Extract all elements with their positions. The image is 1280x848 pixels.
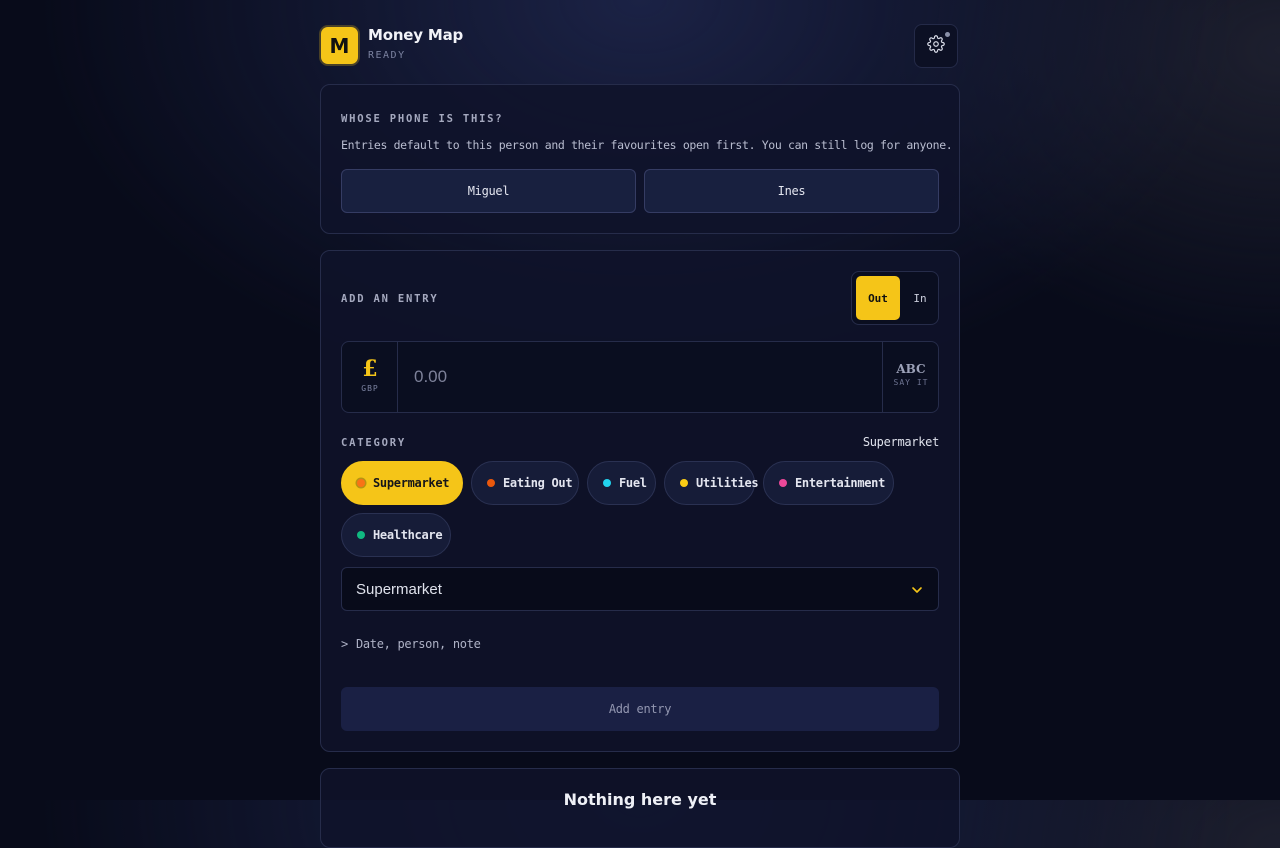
phone-owner-card: WHOSE PHONE IS THIS? Entries default to … bbox=[320, 84, 960, 234]
amount-row: £ GBP ABC SAY IT bbox=[341, 341, 939, 413]
category-chip-eating-out[interactable]: Eating Out bbox=[471, 461, 579, 505]
add-entry-label: ADD AN ENTRY bbox=[341, 293, 439, 305]
category-select-value: Supermarket bbox=[356, 580, 442, 598]
category-dot bbox=[603, 479, 611, 487]
currency-selector[interactable]: £ GBP bbox=[342, 342, 398, 412]
chevron-down-icon bbox=[910, 583, 924, 601]
category-chip-label: Eating Out bbox=[503, 476, 573, 490]
gear-icon bbox=[927, 35, 945, 57]
category-dot bbox=[779, 479, 787, 487]
category-dot bbox=[680, 479, 688, 487]
category-chip-healthcare[interactable]: Healthcare bbox=[341, 513, 451, 557]
details-toggle[interactable]: > Date, person, note bbox=[341, 637, 481, 651]
add-entry-card: ADD AN ENTRY Out In £ GBP ABC SAY IT CAT… bbox=[320, 250, 960, 752]
category-chip-utilities[interactable]: Utilities bbox=[664, 461, 759, 505]
category-chip-supermarket[interactable]: Supermarket bbox=[341, 461, 463, 505]
amount-input[interactable] bbox=[398, 342, 884, 412]
settings-button[interactable] bbox=[914, 24, 958, 68]
direction-toggle: Out In bbox=[851, 271, 939, 325]
person-button-ines[interactable]: Ines bbox=[644, 169, 939, 213]
category-chip-label: Entertainment bbox=[795, 476, 886, 490]
app-header: M Money Map READY bbox=[320, 0, 960, 84]
direction-in-button[interactable]: In bbox=[904, 276, 936, 320]
currency-code: GBP bbox=[361, 384, 379, 393]
abc-icon: ABC bbox=[896, 362, 926, 376]
category-dot bbox=[357, 479, 365, 487]
notification-dot bbox=[945, 32, 950, 37]
app-container: M Money Map READY WHOSE PHONE IS THIS? E… bbox=[320, 0, 960, 848]
add-entry-button[interactable]: Add entry bbox=[341, 687, 939, 731]
pound-icon: £ bbox=[362, 356, 378, 382]
category-chip-label: Supermarket bbox=[373, 476, 450, 490]
category-chip-fuel[interactable]: Fuel bbox=[587, 461, 656, 505]
category-chip-label: Utilities bbox=[696, 476, 759, 490]
app-status: READY bbox=[368, 50, 406, 61]
person-button-miguel[interactable]: Miguel bbox=[341, 169, 636, 213]
app-logo: M bbox=[321, 27, 358, 64]
details-label: Date, person, note bbox=[355, 637, 481, 651]
chevron-right-icon: > bbox=[341, 637, 348, 651]
category-selected-value: Supermarket bbox=[862, 435, 939, 449]
say-it-label: SAY IT bbox=[893, 378, 929, 387]
entries-list-card: Nothing here yet bbox=[320, 768, 960, 848]
phone-owner-description: Entries default to this person and their… bbox=[341, 138, 953, 152]
category-chip-entertainment[interactable]: Entertainment bbox=[763, 461, 894, 505]
category-chip-label: Healthcare bbox=[373, 528, 443, 542]
voice-input-button[interactable]: ABC SAY IT bbox=[882, 342, 938, 412]
app-title: Money Map bbox=[368, 26, 464, 44]
category-dot bbox=[357, 531, 365, 539]
category-select[interactable]: Supermarket bbox=[341, 567, 939, 611]
category-dot bbox=[487, 479, 495, 487]
phone-owner-label: WHOSE PHONE IS THIS? bbox=[341, 113, 504, 125]
category-chip-label: Fuel bbox=[619, 476, 647, 490]
category-label: CATEGORY bbox=[341, 437, 406, 449]
direction-out-button[interactable]: Out bbox=[856, 276, 900, 320]
